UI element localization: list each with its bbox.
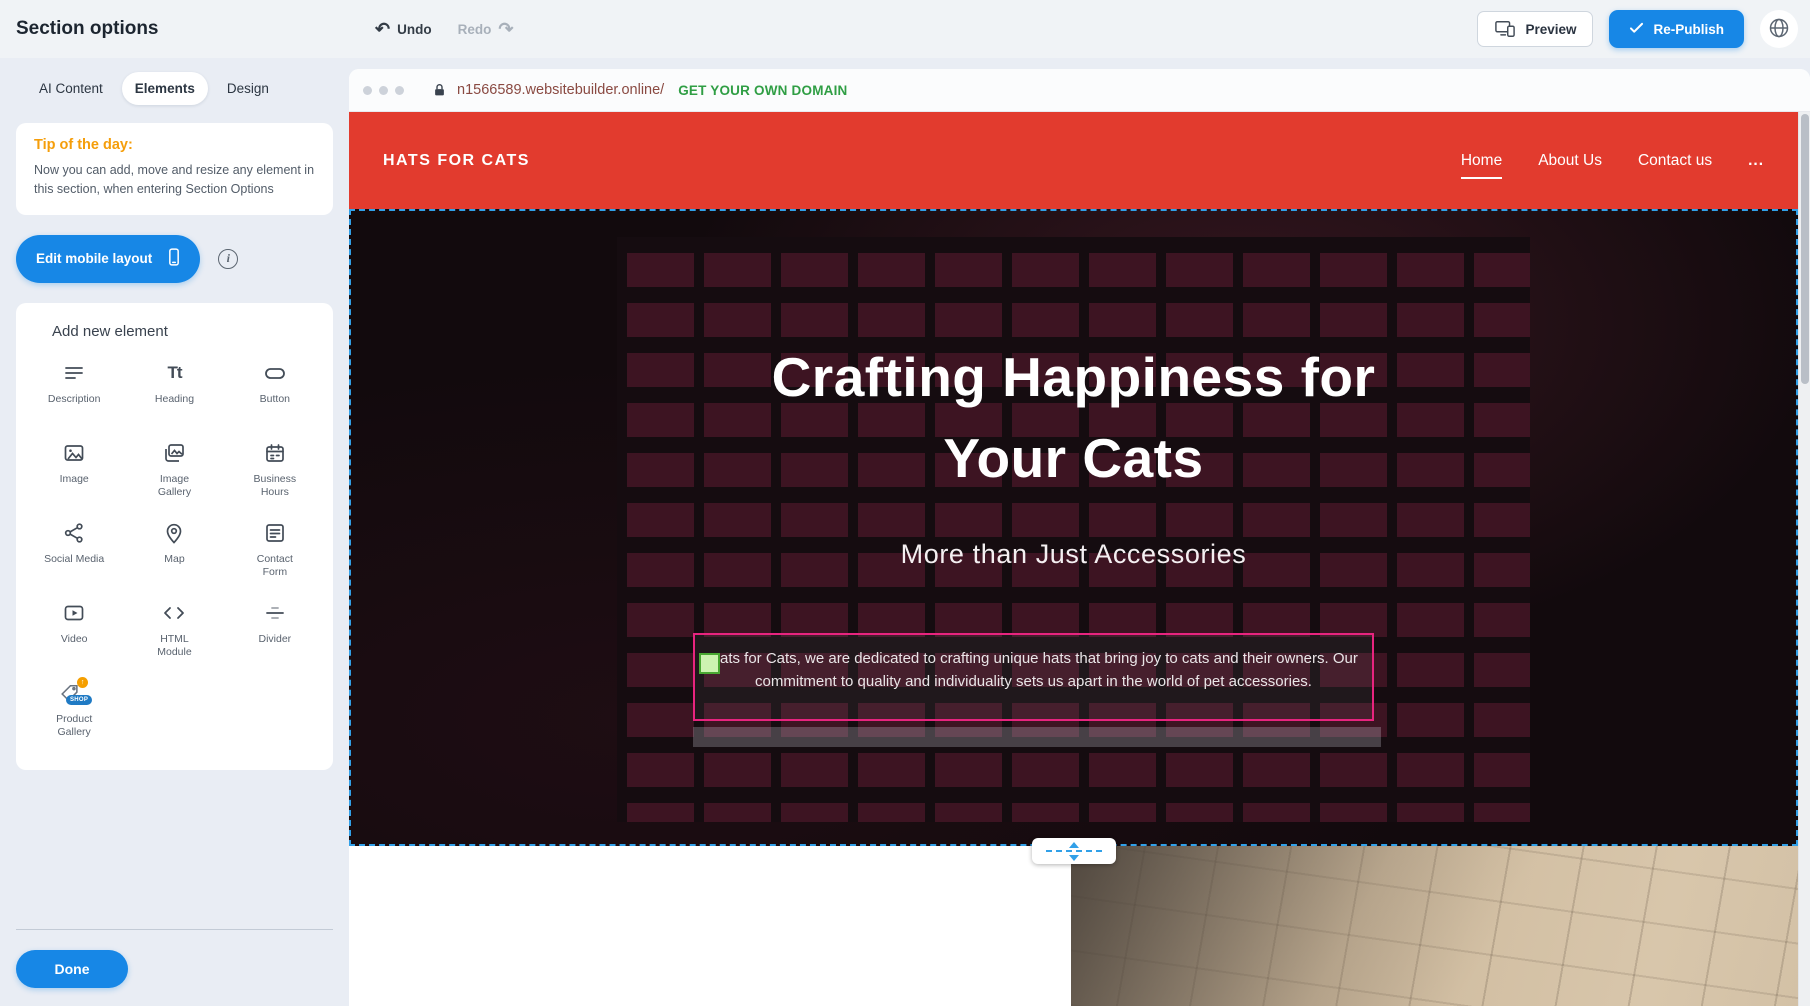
site-url[interactable]: n1566589.websitebuilder.online/ (457, 82, 664, 98)
hero-section[interactable]: Crafting Happiness for Your Cats More th… (349, 209, 1798, 846)
window-dot (395, 86, 404, 95)
mobile-layout-row: Edit mobile layout i (16, 235, 333, 283)
topbar-actions: Preview Re-Publish (1477, 0, 1798, 58)
element-ghost-strip (693, 727, 1381, 747)
add-element-panel: Add new element Description Tt Heading B… (16, 303, 333, 770)
window-dot (379, 86, 388, 95)
upgrade-badge-icon: ↑ (77, 677, 88, 688)
nav-more[interactable]: ... (1748, 152, 1764, 170)
element-divider[interactable]: Divider (225, 600, 325, 647)
element-video[interactable]: Video (24, 600, 124, 647)
editor-canvas: n1566589.websitebuilder.online/ GET YOUR… (349, 58, 1810, 1006)
sidebar: AI Content Elements Design Tip of the da… (0, 58, 349, 1006)
preview-button[interactable]: Preview (1477, 11, 1593, 47)
edit-mobile-layout-label: Edit mobile layout (36, 251, 152, 266)
nav-contact-us[interactable]: Contact us (1638, 152, 1712, 170)
element-button[interactable]: Button (225, 360, 325, 407)
hero-heading[interactable]: Crafting Happiness for Your Cats (724, 337, 1424, 499)
description-icon (62, 360, 86, 386)
nav-home[interactable]: Home (1461, 152, 1502, 170)
tab-elements[interactable]: Elements (122, 72, 208, 105)
get-domain-link[interactable]: GET YOUR OWN DOMAIN (678, 83, 847, 98)
element-image[interactable]: Image (24, 440, 124, 487)
undo-redo-group: ↶ Undo Redo ↷ (375, 0, 513, 58)
element-social-media[interactable]: Social Media (24, 520, 124, 567)
element-image-gallery[interactable]: Image Gallery (124, 440, 224, 500)
element-contact-form[interactable]: Contact Form (225, 520, 325, 580)
section-resize-handle[interactable] (1032, 838, 1116, 864)
business-hours-icon (263, 440, 287, 466)
map-icon (162, 520, 186, 546)
next-section[interactable] (349, 846, 1798, 1006)
tip-body: Now you can add, move and resize any ele… (34, 161, 315, 199)
tab-ai-content[interactable]: AI Content (26, 72, 116, 105)
phone-icon (164, 246, 184, 271)
scrollbar-thumb[interactable] (1801, 114, 1809, 384)
pavement-image (1071, 846, 1798, 1006)
element-heading[interactable]: Tt Heading (124, 360, 224, 407)
preview-label: Preview (1525, 22, 1576, 37)
undo-icon: ↶ (375, 20, 390, 38)
language-globe-button[interactable] (1760, 10, 1798, 48)
element-html-module[interactable]: HTML Module (124, 600, 224, 660)
info-icon[interactable]: i (218, 249, 238, 269)
html-module-icon (162, 600, 186, 626)
undo-button[interactable]: ↶ Undo (375, 20, 432, 38)
element-description[interactable]: Description (24, 360, 124, 407)
element-drag-handle[interactable] (699, 653, 720, 674)
tip-title: Tip of the day: (34, 137, 315, 153)
site-logo[interactable]: HATS FOR CATS (383, 152, 530, 170)
hero-subheading[interactable]: More than Just Accessories (349, 539, 1798, 570)
redo-label: Redo (458, 22, 492, 37)
heading-icon: Tt (167, 360, 181, 386)
shop-badge: SHOP (66, 695, 92, 705)
product-gallery-icon: SHOP ↑ (59, 680, 89, 706)
hero-paragraph: Hats for Cats, we are dedicated to craft… (695, 635, 1372, 694)
site-header[interactable]: HATS FOR CATS Home About Us Contact us .… (349, 112, 1798, 209)
lock-icon (432, 82, 447, 98)
video-icon (62, 600, 86, 626)
browser-window: n1566589.websitebuilder.online/ GET YOUR… (349, 69, 1810, 1006)
element-map[interactable]: Map (124, 520, 224, 567)
edit-mobile-layout-button[interactable]: Edit mobile layout (16, 235, 200, 283)
element-grid: Description Tt Heading Button Image (24, 360, 325, 760)
tip-card: Tip of the day: Now you can add, move an… (16, 123, 333, 215)
window-dot (363, 86, 372, 95)
window-controls (363, 86, 404, 95)
redo-button[interactable]: Redo ↷ (458, 20, 514, 38)
topbar: Section options ↶ Undo Redo ↷ Preview Re… (0, 0, 1810, 58)
browser-bar: n1566589.websitebuilder.online/ GET YOUR… (349, 69, 1810, 112)
page-title: Section options (16, 18, 159, 40)
devices-icon (1494, 16, 1516, 42)
contact-form-icon (263, 520, 287, 546)
divider-icon (263, 600, 287, 626)
button-icon (263, 360, 287, 386)
resize-handle-icon (1046, 850, 1102, 852)
tab-design[interactable]: Design (214, 72, 282, 105)
site-preview: HATS FOR CATS Home About Us Contact us .… (349, 112, 1798, 1006)
sidebar-divider (16, 929, 333, 930)
site-viewport: HATS FOR CATS Home About Us Contact us .… (349, 112, 1810, 1006)
undo-label: Undo (397, 22, 432, 37)
globe-icon (1767, 16, 1791, 43)
image-icon (62, 440, 86, 466)
check-icon (1629, 22, 1644, 37)
sidebar-footer: Done (0, 929, 349, 1006)
element-product-gallery[interactable]: SHOP ↑ Product Gallery (24, 680, 124, 740)
done-button[interactable]: Done (16, 950, 128, 988)
redo-icon: ↷ (498, 20, 513, 38)
add-element-title: Add new element (52, 323, 325, 340)
element-business-hours[interactable]: Business Hours (225, 440, 325, 500)
republish-label: Re-Publish (1653, 22, 1724, 37)
selected-text-element[interactable]: Hats for Cats, we are dedicated to craft… (693, 633, 1374, 721)
sidebar-tabs: AI Content Elements Design (0, 58, 349, 105)
scrollbar[interactable] (1798, 112, 1810, 1006)
image-gallery-icon (162, 440, 186, 466)
republish-button[interactable]: Re-Publish (1609, 10, 1744, 48)
social-media-icon (62, 520, 86, 546)
nav-about-us[interactable]: About Us (1538, 152, 1602, 170)
site-nav: Home About Us Contact us ... (1461, 152, 1764, 170)
